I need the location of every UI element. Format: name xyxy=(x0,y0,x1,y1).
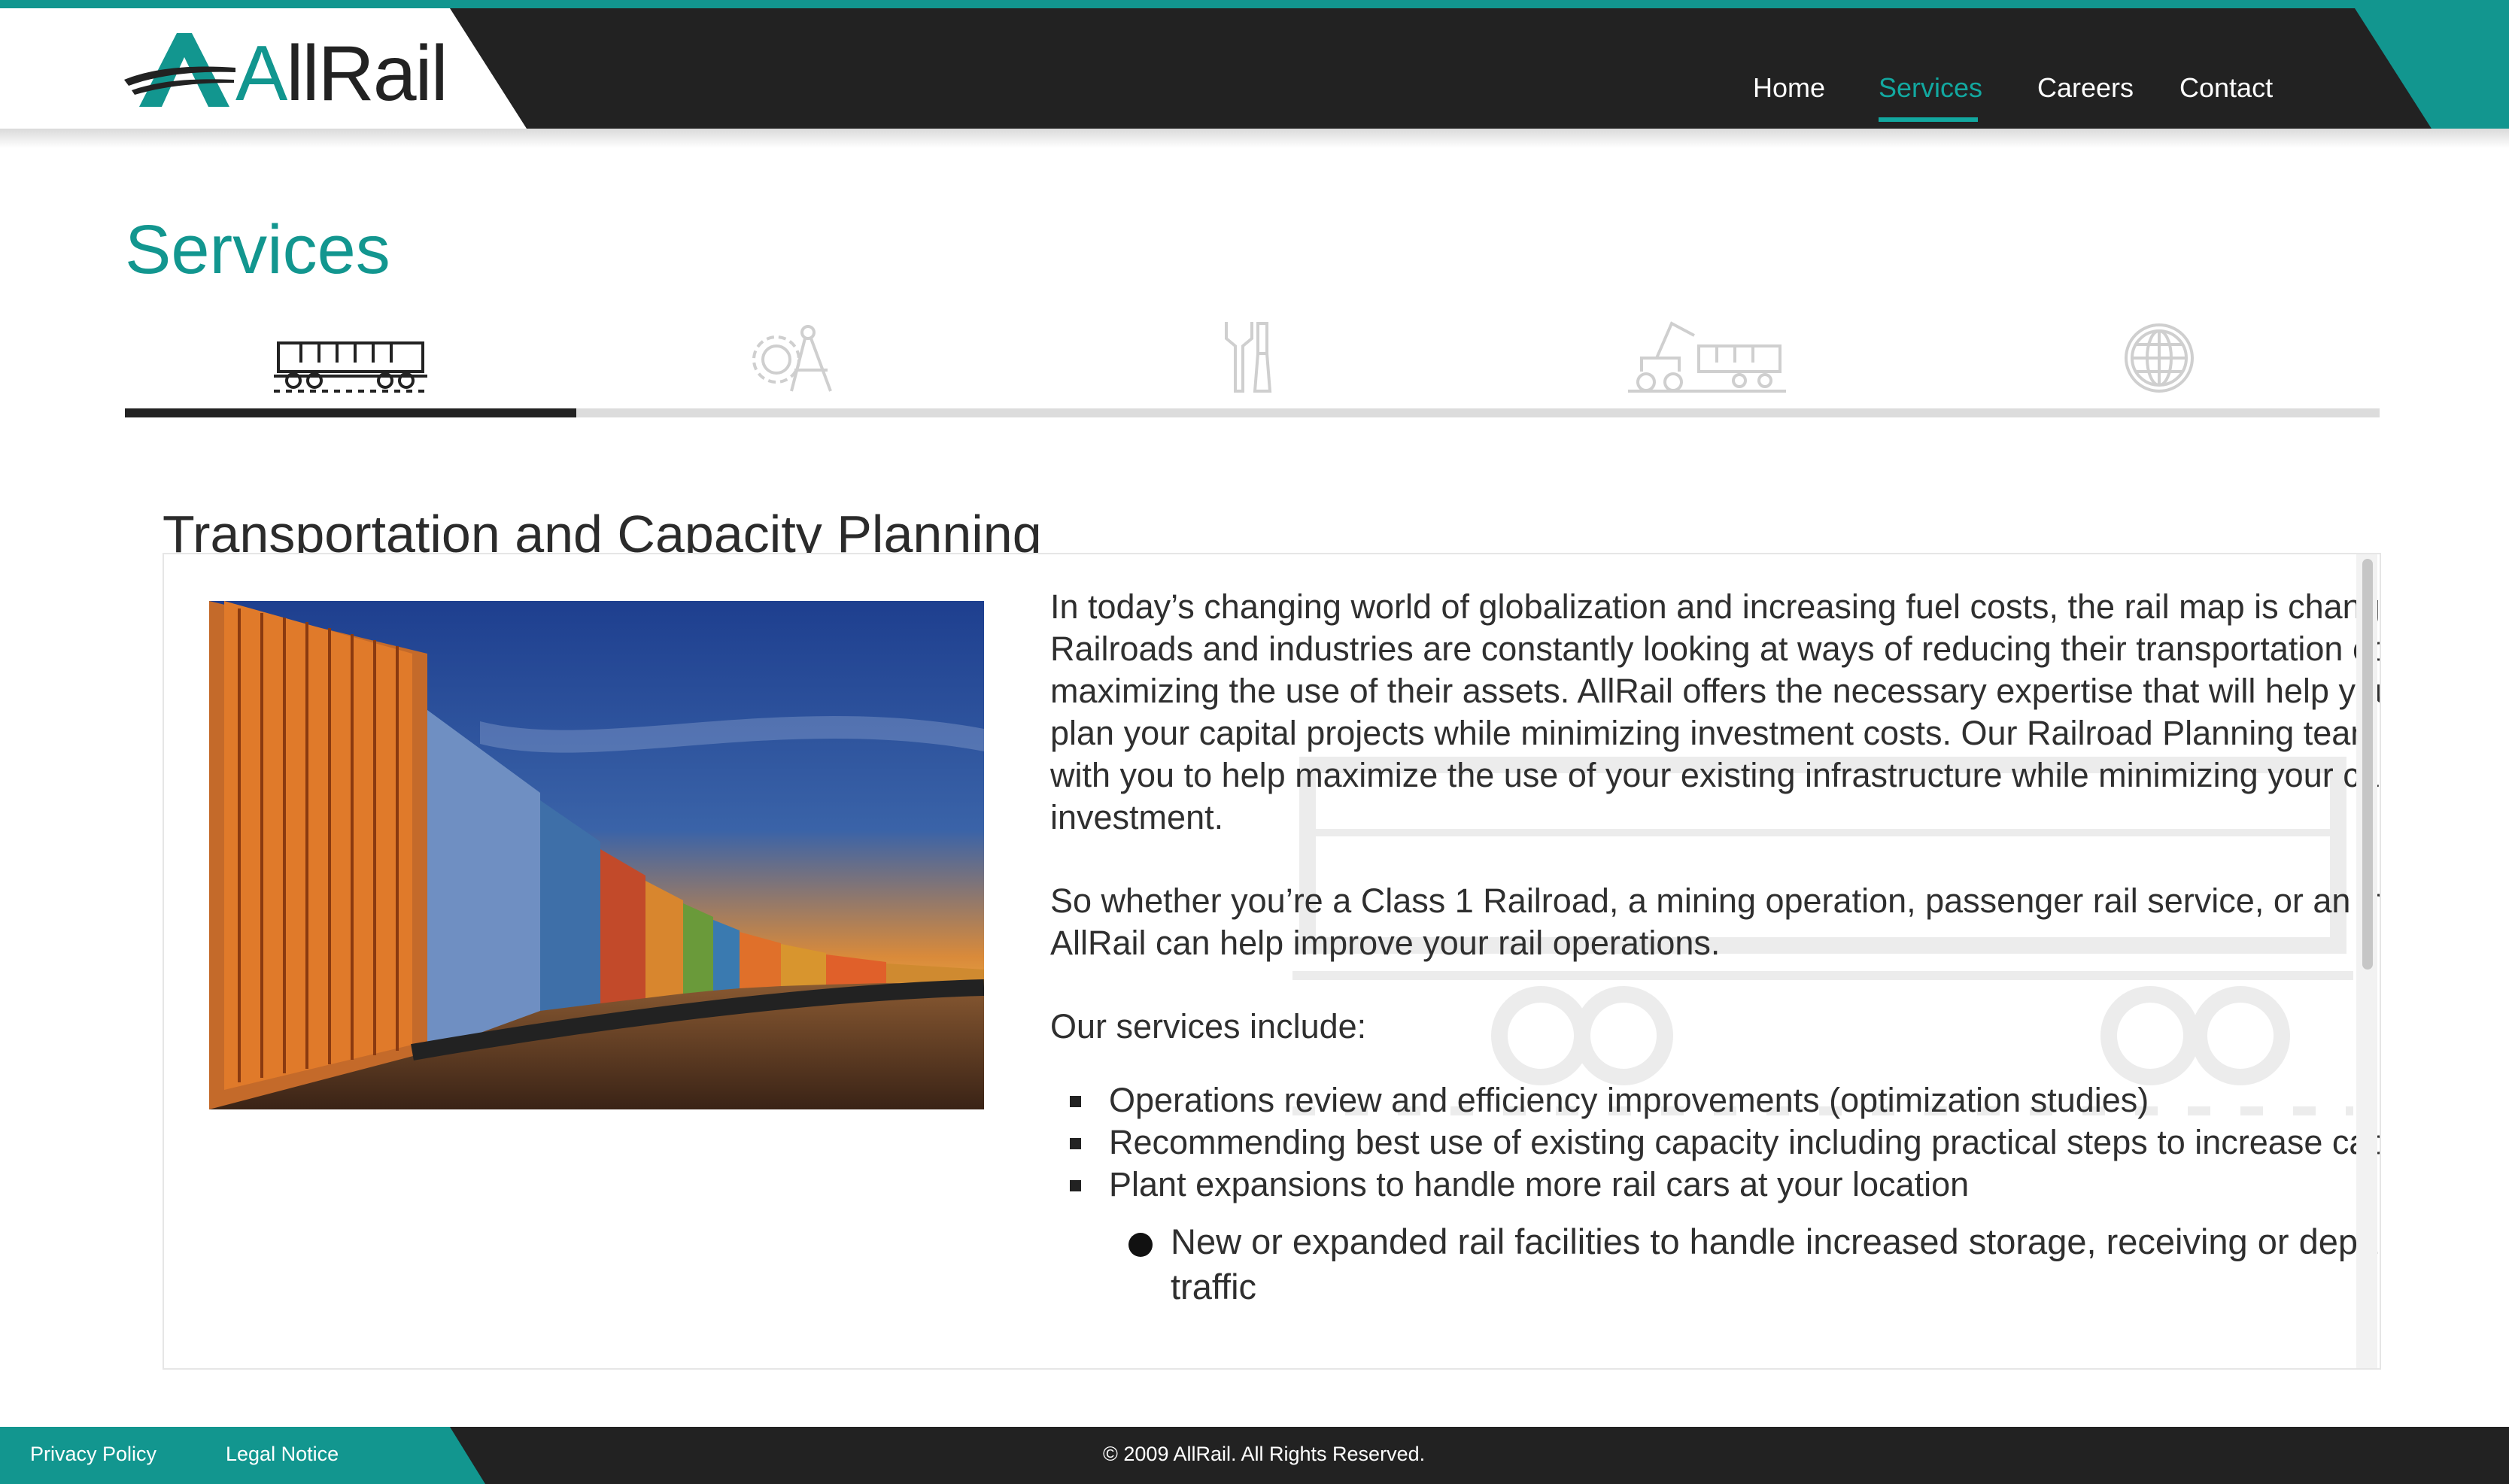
tab-international[interactable] xyxy=(1930,316,2382,418)
scrollbar-thumb[interactable] xyxy=(2362,559,2373,970)
service-description: In today’s changing world of globalizati… xyxy=(1050,586,2381,1310)
tab-transportation-planning[interactable] xyxy=(125,316,576,418)
services-list: Operations review and efficiency improve… xyxy=(1050,1079,2380,1310)
legal-notice-link[interactable]: Legal Notice xyxy=(226,1443,339,1466)
globe-icon xyxy=(2125,323,2194,393)
nav-careers[interactable]: Careers xyxy=(2037,72,2134,104)
paragraph-services-heading: Our services include: xyxy=(1050,1007,1367,1045)
nav-contact[interactable]: Contact xyxy=(2179,72,2273,104)
paragraph-clients: So whether you’re a Class 1 Railroad, a … xyxy=(1050,882,2381,962)
crane-railcar-icon xyxy=(1628,321,1786,393)
sub-list-item: New or expanded rail facilities to handl… xyxy=(1050,1219,2380,1310)
allrail-logo[interactable]: AllRail xyxy=(124,29,448,113)
service-content-panel[interactable]: In today’s changing world of globalizati… xyxy=(163,553,2381,1370)
tab-maintenance[interactable] xyxy=(1028,316,1479,418)
tools-icon xyxy=(1225,322,1272,393)
logo-letter-a: A xyxy=(235,30,287,117)
container-train-photo xyxy=(209,601,984,1109)
railcar-icon xyxy=(274,341,427,393)
content-scrollbar[interactable] xyxy=(2356,554,2377,1368)
list-item: Operations review and efficiency improve… xyxy=(1050,1079,2380,1121)
tab-engineering[interactable] xyxy=(576,316,1028,418)
paragraph-intro: In today’s changing world of globalizati… xyxy=(1050,587,2381,836)
gear-compass-icon xyxy=(752,325,832,392)
nav-services[interactable]: Services xyxy=(1879,72,1982,104)
list-item: Plant expansions to handle more rail car… xyxy=(1050,1164,2380,1206)
header-top-stripe xyxy=(0,0,2509,8)
list-item: Recommending best use of existing capaci… xyxy=(1050,1121,2380,1164)
allrail-logo-mark-icon xyxy=(124,33,235,107)
header-shadow xyxy=(0,129,2509,148)
privacy-policy-link[interactable]: Privacy Policy xyxy=(30,1443,156,1466)
service-tabs xyxy=(125,316,2380,418)
page-title: Services xyxy=(125,211,390,288)
nav-home[interactable]: Home xyxy=(1753,72,1825,104)
logo-letters-rest: llRail xyxy=(286,30,448,117)
logo-wordmark: AllRail xyxy=(235,35,448,113)
nav-active-underline xyxy=(1879,117,1978,122)
copyright-text: © 2009 AllRail. All Rights Reserved. xyxy=(1103,1443,1426,1465)
tab-construction[interactable] xyxy=(1479,316,1930,418)
